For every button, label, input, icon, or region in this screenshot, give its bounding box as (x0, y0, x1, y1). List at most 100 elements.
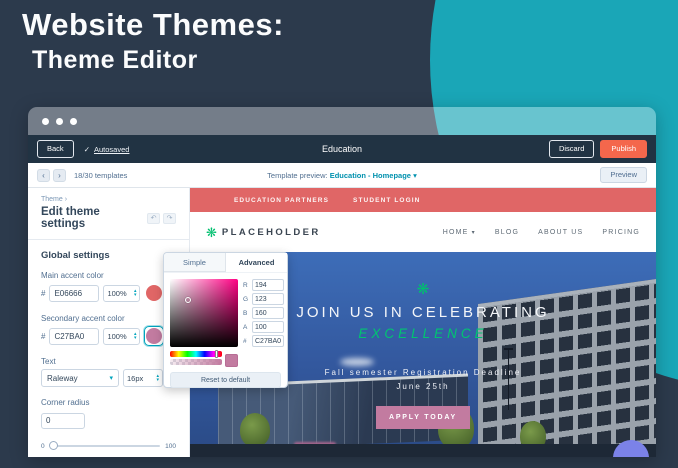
main-accent-opacity-value: 100% (107, 288, 127, 298)
undo-icon[interactable]: ↶ (147, 212, 160, 224)
reset-to-default-button[interactable]: Reset to default (170, 372, 281, 388)
text-label: Text (41, 357, 56, 366)
channel-row-g: G (243, 293, 284, 305)
apply-today-button[interactable]: APPLY TODAY (375, 406, 471, 430)
redo-icon[interactable]: ↷ (163, 212, 176, 224)
window-dot-icon[interactable] (70, 117, 77, 125)
secondary-accent-opacity-stepper[interactable]: 100% ▴ ▾ (103, 327, 141, 345)
window-controls (42, 117, 77, 125)
discard-button[interactable]: Discard (548, 140, 595, 158)
breadcrumb[interactable]: Theme › (41, 196, 176, 203)
slider-max-label: 100 (165, 442, 176, 450)
plaza-decoration (190, 444, 656, 457)
color-picker-tabs: Simple Advanced (164, 253, 287, 273)
utility-link-education-partners[interactable]: EDUCATION PARTNERS (234, 197, 329, 204)
channel-r-input[interactable] (252, 279, 284, 291)
sidebar-heading: Edit theme settings (41, 206, 100, 230)
history-controls: ↶ ↷ (147, 212, 176, 224)
corner-radius-input[interactable] (41, 412, 85, 429)
stepper-arrows-icon[interactable]: ▴ ▾ (156, 374, 159, 383)
editor-topbar: Back ✓ Autosaved Education Discard Publi… (28, 135, 656, 163)
breadcrumb-separator-icon: › (64, 196, 68, 203)
chevron-down-icon: ▾ (471, 229, 476, 236)
channel-row-a: A (243, 321, 284, 333)
secondary-accent-label: Secondary accent color (41, 314, 125, 323)
main-accent-swatch[interactable] (146, 285, 163, 301)
color-picker-left (170, 279, 238, 367)
secondary-accent-swatch[interactable] (146, 328, 163, 344)
main-accent-hex-input[interactable] (49, 284, 100, 302)
channel-label: B (243, 309, 248, 317)
nav-link-blog[interactable]: BLOG (495, 229, 519, 236)
secondary-accent-hex-input[interactable] (49, 327, 100, 345)
page-title-line1: Website Themes: (22, 7, 284, 42)
channel-g-input[interactable] (252, 293, 284, 305)
chevron-down-icon: ▾ (109, 375, 113, 382)
page-title-line2: Theme Editor (32, 46, 198, 74)
gradient-cursor[interactable] (184, 296, 191, 303)
font-size-value: 16px (127, 373, 144, 383)
autosaved-status[interactable]: ✓ Autosaved (84, 145, 130, 154)
browser-titlebar (28, 107, 656, 135)
corner-radius-label: Corner radius (41, 398, 90, 407)
nav-link-home[interactable]: HOME ▾ (443, 229, 476, 236)
secondary-accent-row: # 100% ▴▾ (41, 326, 176, 346)
template-counter: 18/30 templates (74, 170, 128, 180)
secondary-accent-opacity-value: 100% (107, 331, 127, 341)
secondary-accent-swatch-wrap (144, 326, 165, 346)
saturation-gradient-field[interactable] (170, 279, 238, 347)
main-accent-row: # 100% ▴▾ (41, 283, 176, 303)
back-button[interactable]: Back (37, 140, 74, 158)
slider-track[interactable] (48, 441, 161, 450)
font-family-value: Raleway (47, 373, 78, 383)
chevron-left-icon[interactable]: ‹ (37, 168, 50, 182)
chevron-down-icon[interactable]: ▾ (413, 171, 417, 180)
tab-advanced[interactable]: Advanced (226, 253, 287, 272)
nav-link-pricing[interactable]: PRICING (602, 229, 640, 236)
utility-link-student-login[interactable]: STUDENT LOGIN (353, 197, 420, 204)
font-size-stepper[interactable]: 16px ▴ ▾ (123, 369, 163, 387)
topbar-actions: Discard Publish (548, 140, 647, 158)
breadcrumb-theme[interactable]: Theme (41, 196, 63, 203)
slider-min-label: 0 (41, 442, 45, 450)
channel-label: G (243, 295, 249, 303)
template-bar: ‹ › 18/30 templates Template preview: Ed… (28, 163, 656, 188)
stepper-arrows-icon[interactable]: ▴ ▾ (134, 289, 137, 298)
nav-link-about-us[interactable]: ABOUT US (538, 229, 583, 236)
publish-button[interactable]: Publish (600, 140, 647, 158)
picker-sliders (170, 350, 238, 367)
sidebar-header: Edit theme settings ↶ ↷ (41, 206, 176, 230)
color-channel-inputs: R G B A # (243, 279, 284, 367)
divider (28, 239, 189, 240)
site-logo[interactable]: ❋ PLACEHOLDER (206, 226, 321, 239)
color-picker-body: R G B A # (164, 273, 287, 367)
global-settings-heading: Global settings (41, 250, 110, 261)
tab-simple[interactable]: Simple (164, 253, 226, 272)
channel-label: A (243, 323, 248, 331)
picker-hex-input[interactable] (252, 335, 284, 347)
hash-prefix: # (243, 337, 247, 345)
main-accent-label: Main accent color (41, 271, 104, 280)
preview-button[interactable]: Preview (600, 167, 647, 183)
main-accent-opacity-stepper[interactable]: 100% ▴ ▾ (103, 284, 141, 302)
editor-body: Theme › Edit theme settings ↶ ↷ Global s… (28, 188, 656, 457)
page: Website Themes: Theme Editor Back ✓ Auto… (0, 0, 678, 468)
template-preview-value[interactable]: Education - Homepage (330, 171, 411, 180)
stepper-arrows-icon[interactable]: ▴ ▾ (134, 332, 137, 341)
alpha-slider[interactable] (170, 359, 222, 365)
autosaved-label: Autosaved (93, 144, 130, 154)
text-row: Raleway ▾ 16px ▴ ▾ (41, 369, 176, 387)
hash-prefix: # (41, 288, 46, 298)
channel-b-input[interactable] (252, 307, 284, 319)
hue-slider-handle[interactable] (215, 350, 219, 358)
font-family-select[interactable]: Raleway ▾ (41, 369, 119, 387)
main-accent-swatch-wrap (144, 283, 164, 303)
slider-handle[interactable] (48, 441, 58, 450)
chevron-right-icon[interactable]: › (53, 168, 66, 182)
channel-a-input[interactable] (252, 321, 284, 333)
corner-radius-slider: 0 100 (41, 441, 176, 450)
window-dot-icon[interactable] (42, 117, 49, 125)
window-dot-icon[interactable] (56, 117, 63, 125)
template-pager: ‹ › (37, 168, 66, 182)
hue-slider[interactable] (170, 350, 222, 358)
